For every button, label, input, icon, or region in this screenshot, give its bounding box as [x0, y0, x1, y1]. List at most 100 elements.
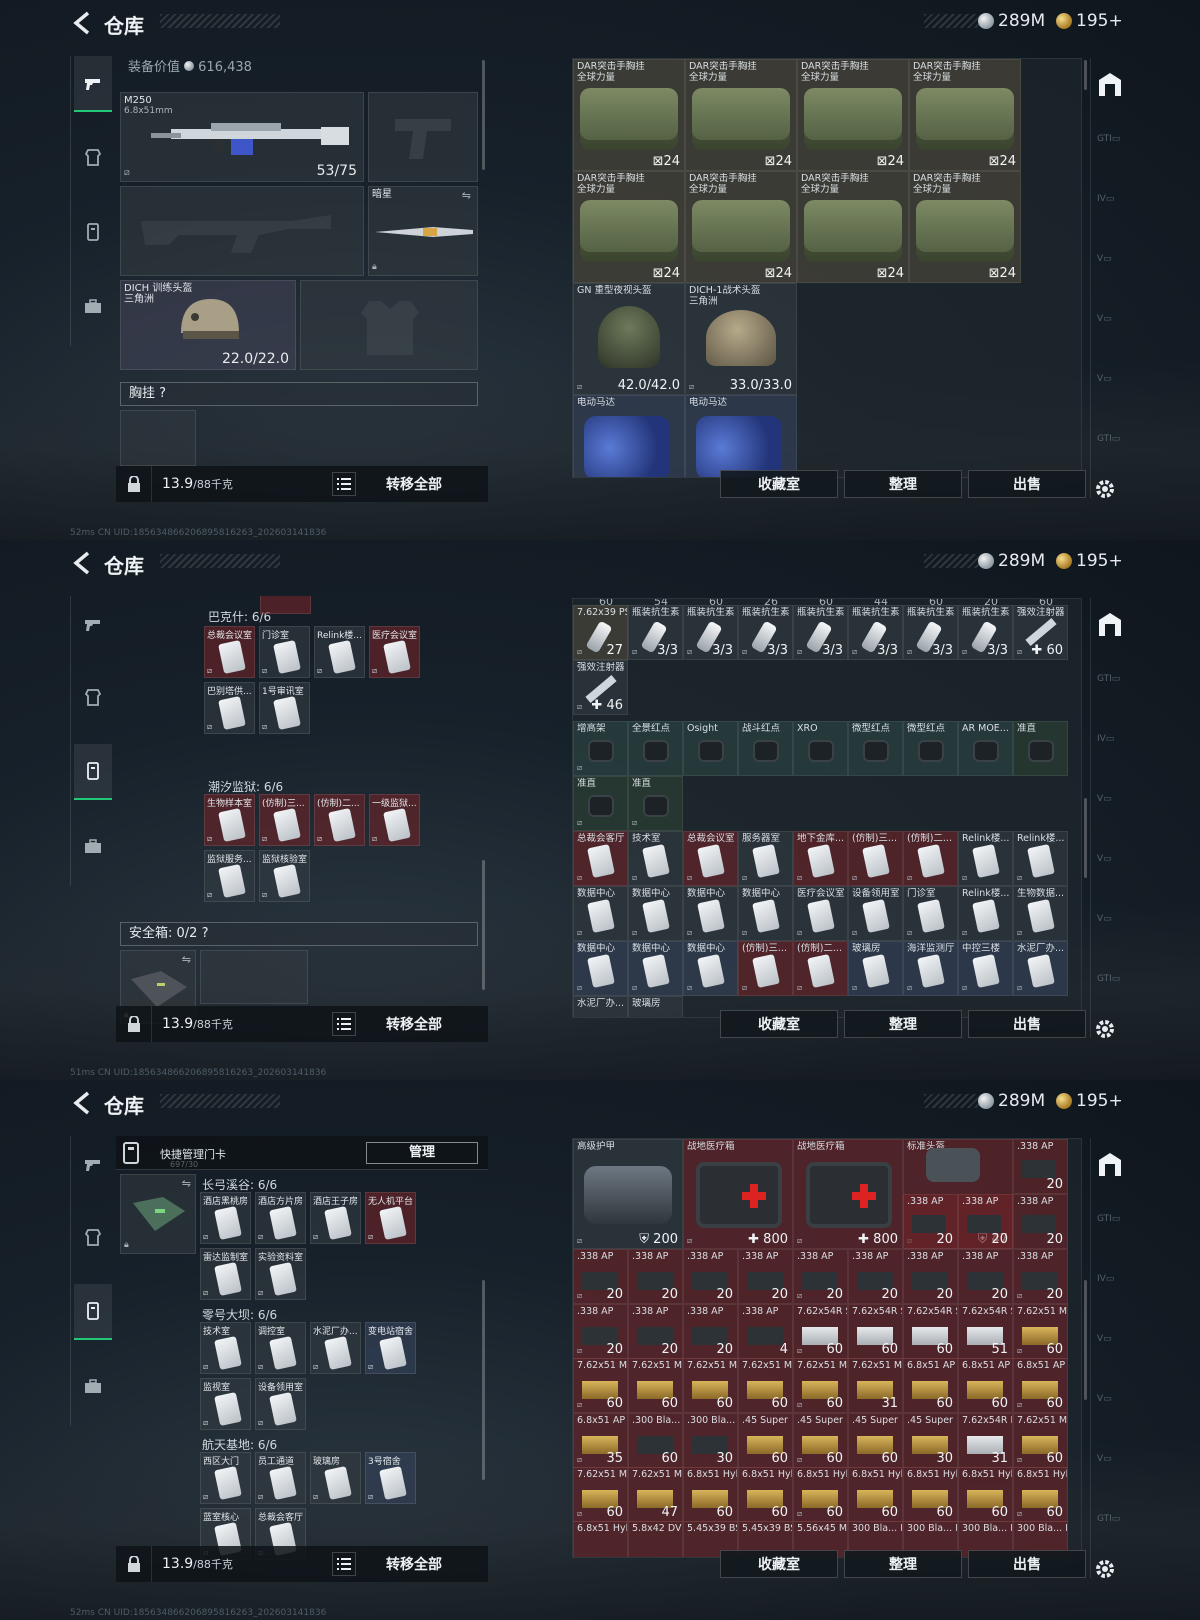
grid-item[interactable]: .338 AP ⧄ 20	[573, 1303, 628, 1359]
grid-item[interactable]: 电动马达	[685, 395, 797, 477]
list-icon[interactable]	[332, 1552, 356, 1576]
keycard-slot[interactable]: 水泥厂办... ⧄	[310, 1322, 361, 1374]
keycard-slot[interactable]: 巴别塔供... ⧄	[204, 682, 255, 734]
keycard-slot[interactable]: 变电站宿舍 ⧄	[365, 1322, 416, 1374]
gold-currency[interactable]: 195+	[1056, 551, 1123, 571]
grid-item[interactable]: 6.8x51 AP 60	[903, 1358, 958, 1413]
grid-item[interactable]: Relink楼... ⧄	[958, 831, 1013, 886]
grid-item[interactable]: DAR突击手胸挂 全球力量 ⊠24	[797, 59, 909, 171]
grid-item[interactable]: 6.8x51 AP 60	[958, 1358, 1013, 1413]
grid-item[interactable]: 生物数据... ⧄	[1013, 886, 1068, 941]
grid-item[interactable]: DICH-1战术头盔 三角洲 ⧄ 33.0/33.0	[685, 283, 797, 395]
gold-currency[interactable]: 195+	[1056, 11, 1123, 31]
collection-button[interactable]: 收藏室	[720, 1010, 838, 1038]
grid-item[interactable]: 数据中心 ⧄	[683, 886, 738, 941]
keycard-slot[interactable]: 3号宿舍 ⧄	[365, 1452, 416, 1504]
sell-button[interactable]: 出售	[968, 1010, 1086, 1038]
keycard-slot[interactable]: 实验资料室 ⧄	[255, 1248, 306, 1300]
keycard-slot[interactable]: 西区大门 ⧄	[200, 1452, 251, 1504]
grid-item[interactable]: 玻璃房	[628, 996, 683, 1017]
grid-item[interactable]: .45 Super ⧄ 60	[793, 1412, 848, 1468]
grid-item[interactable]: 7.62x54R SNB 51	[958, 1303, 1013, 1359]
grid-item[interactable]: .338 AP 20	[1013, 1139, 1068, 1194]
grid-item[interactable]: 准直	[1013, 721, 1068, 776]
grid-item[interactable]: 7.62x54R SNB ⧄ 60	[793, 1303, 848, 1359]
grid-item[interactable]: (仿制)二... ⧄	[903, 831, 958, 886]
grid-item[interactable]: 6.8x51 Hybrid	[573, 1521, 628, 1557]
grid-item[interactable]: 全景红点	[628, 721, 683, 776]
grid-item[interactable]: .338 AP 20	[628, 1303, 683, 1359]
storage-tab-v3[interactable]: V▭	[1097, 374, 1123, 398]
right-scrollbar[interactable]	[1084, 1280, 1087, 1400]
collection-button[interactable]: 收藏室	[720, 470, 838, 498]
sort-button[interactable]: 整理	[844, 1010, 962, 1038]
storage-tab-gti[interactable]: GTI▭	[1097, 134, 1123, 158]
grid-item[interactable]: 技术室 ⧄	[628, 831, 683, 886]
keycard-slot[interactable]: 玻璃房 ⧄	[310, 1452, 361, 1504]
nav-items[interactable]	[74, 1358, 112, 1414]
grid-item[interactable]: 数据中心 ⧄	[738, 886, 793, 941]
storage-tab-iv[interactable]: IV▭	[1097, 734, 1123, 758]
grid-item[interactable]: 7.62x51 M62 ⧄ 60	[1013, 1303, 1068, 1359]
nav-weapons[interactable]	[74, 1136, 112, 1192]
grid-item[interactable]: 数据中心 ⧄	[573, 886, 628, 941]
grid-item[interactable]: .338 AP 20	[958, 1194, 1013, 1249]
nav-items[interactable]	[74, 278, 112, 334]
grid-item[interactable]: 电动马达	[573, 395, 685, 477]
manage-button[interactable]: 管理	[366, 1142, 478, 1164]
grid-item[interactable]: .338 AP ⧄ 20	[1013, 1249, 1068, 1304]
grid-item[interactable]: .338 AP 20	[958, 1249, 1013, 1304]
grid-item[interactable]: 6.8x51 AP ⧄ 35	[573, 1412, 628, 1468]
storage-tab-gti2[interactable]: GTI▭	[1097, 974, 1123, 998]
grid-item[interactable]: (仿制)二... ⧄	[793, 941, 848, 996]
keycard-slot[interactable]: 医疗会议室 ⧄	[369, 626, 420, 678]
keycard-slot[interactable]: 设备领用室 ⧄	[255, 1378, 306, 1430]
back-arrow-icon[interactable]	[70, 550, 96, 576]
grid-item[interactable]: .338 AP 4	[738, 1303, 793, 1359]
storage-tab-v3[interactable]: V▭	[1097, 914, 1123, 938]
grid-item[interactable]: 地下金库... ⧄	[793, 831, 848, 886]
primary-weapon-slot[interactable]: M250 6.8x51mm ⧄ 53/75	[120, 92, 364, 182]
storage-tab-iv[interactable]: IV▭	[1097, 194, 1123, 218]
grid-item[interactable]: 7.62x54R SNB 60	[903, 1303, 958, 1359]
grid-item[interactable]: 7.62x51 M80 47	[628, 1467, 683, 1522]
grid-item[interactable]: 6.8x51 Hybrid 60	[738, 1467, 793, 1522]
storage-tab-v2[interactable]: V▭	[1097, 314, 1123, 338]
storage-tab-v1[interactable]: V▭	[1097, 1334, 1123, 1358]
grid-item[interactable]: DAR突击手胸挂 全球力量 ⊠24	[909, 171, 1021, 283]
nav-weapons[interactable]	[74, 596, 112, 652]
keycard-slot[interactable]: 无人机平台 ⧄	[365, 1192, 416, 1244]
keycard-slot[interactable]: 1号审讯室 ⧄	[259, 682, 310, 734]
grid-item[interactable]: 战地医疗箱 ⧄ ✚ 800	[683, 1139, 793, 1249]
storage-tab-gti[interactable]: GTI▭	[1097, 674, 1123, 698]
keycard-slot[interactable]: 监狱服务... ⧄	[204, 850, 255, 902]
swap-icon[interactable]: ⇋	[182, 953, 191, 966]
melee-slot[interactable]: 暗星 ⇋ 🔒︎	[368, 186, 478, 276]
grid-item[interactable]: AR MOE...	[958, 721, 1013, 776]
grid-item[interactable]: 微型红点	[903, 721, 958, 776]
warehouse-home-icon[interactable]	[1095, 1150, 1125, 1180]
keycard-slot[interactable]: (仿制)三... ⧄	[259, 794, 310, 846]
grid-item[interactable]: 总裁会议室 ⧄	[683, 831, 738, 886]
grid-item[interactable]: .45 Super 60	[738, 1412, 793, 1468]
right-scrollbar[interactable]	[1084, 798, 1087, 878]
grid-item[interactable]: Relink楼... ⧄	[958, 886, 1013, 941]
swap-icon[interactable]: ⇋	[462, 189, 471, 202]
grid-item[interactable]: 5.8x42 DVC12	[628, 1521, 683, 1557]
grid-item[interactable]: 水泥厂办...	[573, 996, 628, 1017]
storage-tab-gti2[interactable]: GTI▭	[1097, 434, 1123, 458]
storage-tab-v2[interactable]: V▭	[1097, 854, 1123, 878]
nav-armor[interactable]	[74, 130, 112, 186]
rifle-slot-empty[interactable]	[120, 186, 364, 276]
keycard-slot-partial[interactable]	[260, 596, 311, 614]
grid-item[interactable]: .338 AP ⧄ 20	[793, 1249, 848, 1304]
settings-gear-icon[interactable]	[1094, 1558, 1116, 1580]
storage-tab-v1[interactable]: V▭	[1097, 254, 1123, 278]
grid-item[interactable]: 瓶装抗生素 ⧄ 3/3	[958, 605, 1013, 660]
grid-item[interactable]: .338 AP 20	[738, 1249, 793, 1304]
grid-item[interactable]: .338 AP 20	[903, 1249, 958, 1304]
grid-item[interactable]: (仿制)三... ⧄	[848, 831, 903, 886]
keycard-slot[interactable]: 酒店方片房 ⧄	[255, 1192, 306, 1244]
grid-item[interactable]: 总裁会客厅 ⧄	[573, 831, 628, 886]
swap-icon[interactable]: ⇋	[182, 1177, 191, 1190]
